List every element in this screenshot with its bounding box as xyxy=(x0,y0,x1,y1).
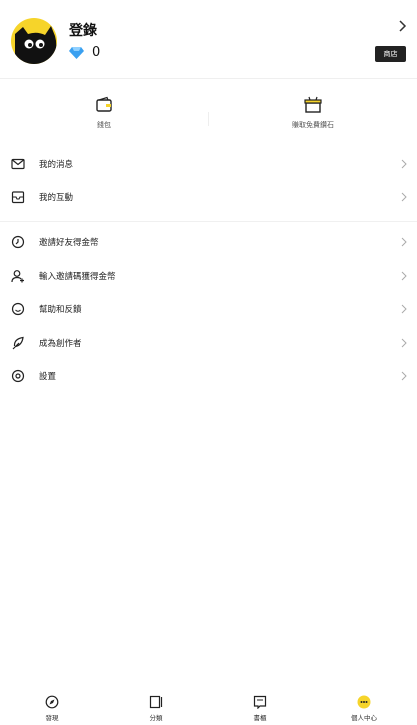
menu-label: 我的互動 xyxy=(39,193,74,203)
menu-item-interactions[interactable]: 我的互動 xyxy=(0,183,417,213)
compass-icon xyxy=(45,695,59,709)
tab-bookshelf[interactable]: 書櫃 xyxy=(230,690,290,725)
profile-face-icon xyxy=(357,695,371,709)
tab-discover[interactable]: 發現 xyxy=(22,690,82,725)
quick-divider xyxy=(208,112,209,126)
tab-label: 分類 xyxy=(149,714,163,722)
chevron-right-icon xyxy=(401,304,407,314)
add-user-icon xyxy=(11,270,24,283)
login-label[interactable]: 登錄 xyxy=(69,20,97,40)
diamond-icon xyxy=(69,46,84,59)
help-smile-icon xyxy=(11,302,25,316)
chevron-right-icon xyxy=(401,371,407,381)
tab-profile[interactable]: 個人中心 xyxy=(334,690,394,725)
chevron-right-icon xyxy=(401,271,407,281)
tab-categories[interactable]: 分類 xyxy=(126,690,186,725)
chevron-right-icon xyxy=(401,159,407,169)
earn-gems-button[interactable]: 賺取免費鑽石 xyxy=(253,96,373,142)
menu-item-invite-friends[interactable]: 邀請好友得金幣 xyxy=(0,228,417,258)
profile-header[interactable]: 登錄 0 商店 xyxy=(0,0,417,78)
tab-label: 個人中心 xyxy=(351,714,377,722)
wallet-button[interactable]: 錢包 xyxy=(44,96,164,142)
interaction-inbox-icon xyxy=(11,191,25,204)
chevron-right-icon xyxy=(401,192,407,202)
menu-label: 設置 xyxy=(39,372,57,382)
menu-label: 邀請好友得金幣 xyxy=(39,238,99,248)
menu-item-settings[interactable]: 設置 xyxy=(0,362,417,392)
bottom-tab-bar: 發現 分類 書櫃 個人中心 xyxy=(0,690,417,725)
bookshelf-icon xyxy=(253,695,267,709)
menu-label: 輸入邀請碼獲得金幣 xyxy=(39,272,116,282)
gift-box-icon xyxy=(304,96,322,113)
menu-item-messages[interactable]: 我的消息 xyxy=(0,150,417,180)
chevron-right-icon xyxy=(401,237,407,247)
section-divider xyxy=(0,221,417,222)
menu-label: 成為創作者 xyxy=(39,339,82,349)
menu-label: 我的消息 xyxy=(39,160,74,170)
avatar[interactable] xyxy=(11,18,57,64)
tab-label: 書櫃 xyxy=(253,714,267,722)
menu-item-become-creator[interactable]: 成為創作者 xyxy=(0,329,417,359)
menu-item-enter-invite-code[interactable]: 輸入邀請碼獲得金幣 xyxy=(0,262,417,292)
invite-clock-icon xyxy=(11,235,25,249)
wallet-icon xyxy=(96,96,112,112)
settings-icon xyxy=(11,369,25,383)
gem-balance: 0 xyxy=(69,45,100,60)
menu-label: 幫助和反饋 xyxy=(39,305,82,315)
tab-label: 發現 xyxy=(45,714,59,722)
gem-count: 0 xyxy=(92,45,101,60)
menu-item-help-feedback[interactable]: 幫助和反饋 xyxy=(0,295,417,325)
wallet-label: 錢包 xyxy=(97,121,111,129)
cat-avatar-icon xyxy=(15,26,57,64)
divider xyxy=(0,78,417,79)
earn-gems-label: 賺取免費鑽石 xyxy=(292,121,334,129)
shop-button[interactable]: 商店 xyxy=(375,46,406,62)
chevron-right-icon[interactable] xyxy=(397,19,407,33)
feather-icon xyxy=(12,336,24,350)
mail-icon xyxy=(11,158,25,170)
chevron-right-icon xyxy=(401,338,407,348)
category-book-icon xyxy=(149,695,163,709)
